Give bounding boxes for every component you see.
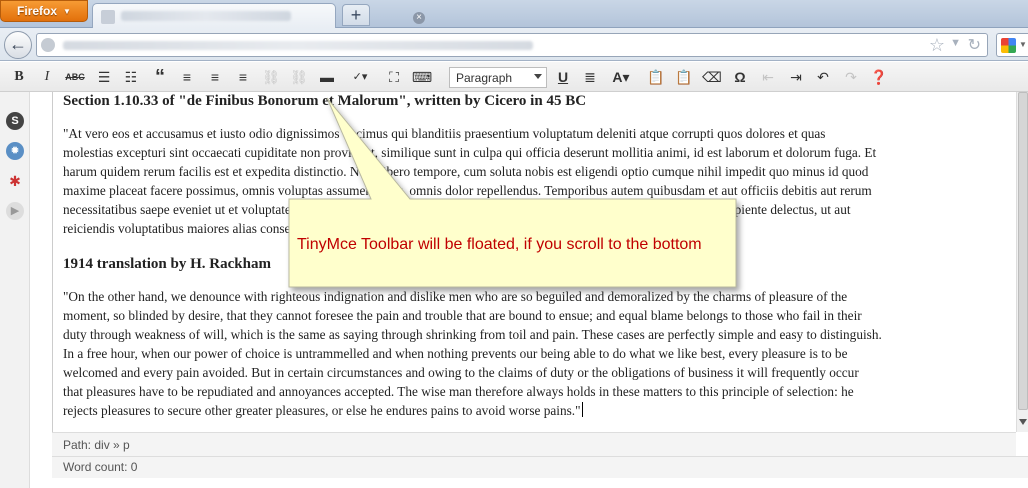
tab-title-blurred bbox=[121, 11, 291, 21]
clear-formatting-icon[interactable]: ⌫ bbox=[701, 67, 723, 87]
numbered-list-icon[interactable]: ☷ bbox=[120, 67, 142, 87]
chevron-down-icon: ▼ bbox=[1019, 40, 1027, 49]
justify-icon[interactable]: ≣ bbox=[579, 67, 601, 87]
text-line: moment, so blinded by desire, that they … bbox=[63, 308, 862, 323]
content-heading-2: 1914 translation by H. Rackham bbox=[63, 256, 271, 272]
redo-icon[interactable]: ↷ bbox=[840, 67, 862, 87]
paste-text-icon[interactable]: 📋 bbox=[645, 67, 667, 87]
text-line: "At vero eos et accusamus et iusto odio … bbox=[63, 126, 826, 141]
blockquote-button[interactable]: “ bbox=[149, 67, 171, 87]
bold-button[interactable]: B bbox=[8, 67, 30, 87]
bullet-list-icon[interactable]: ☰ bbox=[93, 67, 115, 87]
underline-icon[interactable]: U bbox=[552, 67, 574, 87]
link-icon[interactable]: ⛓ bbox=[260, 67, 282, 87]
scroll-down-icon[interactable] bbox=[1019, 419, 1027, 425]
text-line: harum quidem rerum facilis est et expedi… bbox=[63, 164, 869, 179]
globe-icon bbox=[41, 38, 55, 52]
new-tab-button[interactable]: + bbox=[342, 4, 370, 26]
align-left-icon[interactable]: ≡ bbox=[176, 67, 198, 87]
chevron-down-icon bbox=[534, 74, 542, 79]
spellcheck-icon[interactable]: ✓▾ bbox=[345, 67, 375, 87]
tinymce-toolbar: B I ABC ☰ ☷ “ ≡ ≡ ≡ ⛓ ⛓ ▬ ✓▾ ⛶ ⌨ Paragra… bbox=[0, 62, 1028, 92]
align-right-icon[interactable]: ≡ bbox=[232, 67, 254, 87]
unlink-icon[interactable]: ⛓ bbox=[288, 67, 310, 87]
url-history-dropdown-icon[interactable]: ▼ bbox=[950, 37, 961, 49]
scrollbar-thumb[interactable] bbox=[1018, 92, 1028, 410]
back-button[interactable]: ← bbox=[4, 31, 32, 59]
bottom-strip bbox=[52, 478, 1028, 488]
indent-icon[interactable]: ⇥ bbox=[785, 67, 807, 87]
italic-button[interactable]: I bbox=[36, 67, 58, 87]
help-icon[interactable]: ❓ bbox=[868, 67, 890, 87]
editor-scrollbar[interactable] bbox=[1016, 92, 1028, 432]
search-engine-button[interactable]: ▼ bbox=[996, 33, 1028, 57]
text-line: welcomed and every pain avoided. But in … bbox=[63, 365, 859, 380]
navigation-bar: ← ☆ ▼ ↻ ▼ bbox=[0, 28, 1028, 61]
firefox-menu-label: Firefox bbox=[17, 4, 58, 18]
align-center-icon[interactable]: ≡ bbox=[204, 67, 226, 87]
play-icon[interactable]: ▶ bbox=[6, 202, 24, 220]
fullscreen-icon[interactable]: ⛶ bbox=[383, 67, 405, 87]
google-icon bbox=[1001, 38, 1016, 53]
format-select[interactable]: Paragraph bbox=[449, 67, 547, 88]
firefox-menu-button[interactable]: Firefox ▼ bbox=[0, 0, 88, 22]
tab-close-icon[interactable]: × bbox=[413, 12, 425, 24]
text-line: necessitatibus saepe eveniet ut et volup… bbox=[63, 202, 851, 217]
addon-sidebar: S ✹ ✱ ▶ bbox=[0, 62, 30, 488]
back-arrow-icon: ← bbox=[9, 34, 27, 54]
reload-icon[interactable]: ↻ bbox=[968, 35, 981, 55]
status-word-count: Word count: 0 bbox=[52, 456, 1028, 478]
format-select-value: Paragraph bbox=[456, 71, 513, 85]
bug-icon[interactable]: ✱ bbox=[6, 172, 24, 190]
paste-word-icon[interactable]: 📋 bbox=[673, 67, 695, 87]
content-paragraph-1: "At vero eos et accusamus et iusto odio … bbox=[63, 124, 1008, 238]
text-line: maxime placeat facere possimus, omnis vo… bbox=[63, 183, 872, 198]
outdent-icon[interactable]: ⇤ bbox=[757, 67, 779, 87]
s-icon[interactable]: S bbox=[6, 112, 24, 130]
gear-icon[interactable]: ✹ bbox=[6, 142, 24, 160]
content-heading-1: Section 1.10.33 of "de Finibus Bonorum e… bbox=[63, 93, 587, 109]
text-line: molestias excepturi sint occaecati cupid… bbox=[63, 145, 877, 160]
text-line: that pleasures have to be repudiated and… bbox=[63, 384, 854, 399]
editor-content[interactable]: Section 1.10.33 of "de Finibus Bonorum e… bbox=[63, 92, 1008, 432]
text-line: "On the other hand, we denounce with rig… bbox=[63, 289, 848, 304]
kitchen-sink-icon[interactable]: ⌨ bbox=[411, 67, 433, 87]
text-line: In a free hour, when our power of choice… bbox=[63, 346, 848, 361]
strikethrough-button[interactable]: ABC bbox=[64, 67, 86, 87]
url-bar[interactable]: ☆ ▼ ↻ bbox=[36, 33, 988, 57]
status-path: Path: div » p bbox=[52, 432, 1016, 456]
callout-text: TinyMce Toolbar will be floated, if you … bbox=[297, 236, 702, 253]
text-caret bbox=[581, 402, 583, 417]
text-color-icon[interactable]: A▾ bbox=[606, 67, 636, 87]
text-line: duty through weakness of will, which is … bbox=[63, 327, 882, 342]
browser-tab-bar: Firefox ▼ × + bbox=[0, 0, 1028, 28]
browser-tab[interactable]: × bbox=[92, 3, 425, 28]
special-character-icon[interactable]: Ω bbox=[729, 67, 751, 87]
url-text-blurred bbox=[63, 41, 533, 50]
content-paragraph-2: "On the other hand, we denounce with rig… bbox=[63, 287, 1008, 420]
undo-icon[interactable]: ↶ bbox=[812, 67, 834, 87]
insert-more-icon[interactable]: ▬ bbox=[316, 67, 338, 87]
bookmark-star-icon[interactable]: ☆ bbox=[929, 35, 945, 56]
chevron-down-icon: ▼ bbox=[63, 6, 71, 16]
text-line: rejects pleasures to secure other greate… bbox=[63, 402, 583, 418]
tab-favicon-icon bbox=[101, 10, 115, 24]
